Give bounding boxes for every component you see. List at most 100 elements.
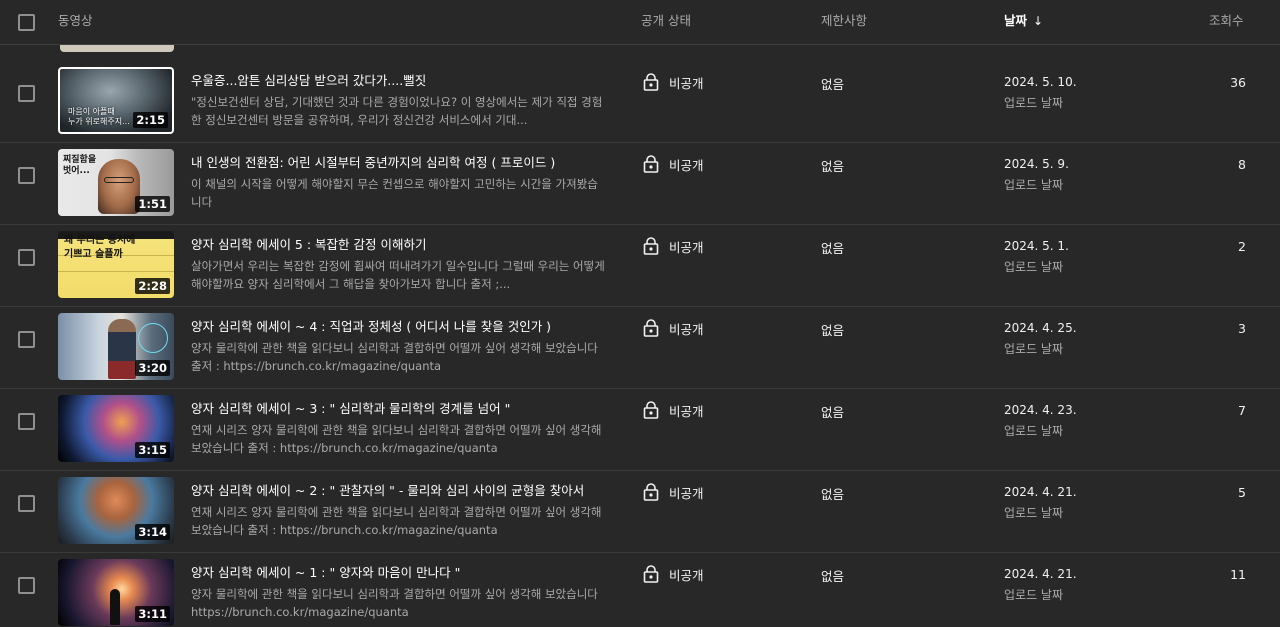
table-row: 찌질함을 벗어... 1:51 내 인생의 전환점: 어린 시절부터 중년까지의… — [0, 143, 1280, 225]
visibility-dropdown[interactable]: 비공개 — [643, 237, 704, 255]
row-checkbox[interactable] — [18, 577, 35, 594]
lock-icon — [643, 565, 659, 583]
view-count: 7 — [1238, 403, 1246, 418]
lock-icon — [643, 401, 659, 419]
restriction-value: 없음 — [821, 323, 845, 338]
row-checkbox[interactable] — [18, 495, 35, 512]
video-duration: 2:28 — [135, 278, 170, 294]
date-type: 업로드 날짜 — [1004, 424, 1064, 438]
video-title[interactable]: 양자 심리학 에세이 5 : 복잡한 감정 이해하기 — [191, 237, 621, 253]
thumbnail-caption: 찌질함을 벗어... — [63, 155, 97, 176]
video-thumbnail[interactable]: 마음이 아플때 누가 위로해주지... 2:15 — [58, 67, 174, 134]
visibility-dropdown[interactable]: 비공개 — [643, 401, 704, 419]
video-thumbnail[interactable]: 3:20 — [58, 313, 174, 380]
thumbnail-caption: 마음이 아플때 누가 위로해주지... — [68, 107, 130, 126]
visibility-label: 비공개 — [669, 239, 704, 255]
video-duration: 3:20 — [135, 360, 170, 376]
date-type: 업로드 날짜 — [1004, 96, 1064, 110]
video-description: "정신보건센터 상담, 기대했던 것과 다른 경험이었나요? 이 영상에서는 제… — [191, 95, 603, 127]
video-description: 양자 물리학에 관한 책을 읽다보니 심리학과 결합하면 어떨까 싶어 생각해 … — [191, 587, 598, 619]
video-title[interactable]: 우울증...암튼 심리상담 받으러 갔다가....뻘짓 — [191, 73, 621, 89]
row-checkbox[interactable] — [18, 85, 35, 102]
date-type: 업로드 날짜 — [1004, 342, 1064, 356]
lock-icon — [643, 319, 659, 337]
video-thumbnail[interactable]: 3:14 — [58, 477, 174, 544]
visibility-label: 비공개 — [669, 157, 704, 173]
row-checkbox[interactable] — [18, 167, 35, 184]
visibility-dropdown[interactable]: 비공개 — [643, 483, 704, 501]
header-restrictions: 제한사항 — [821, 13, 868, 28]
video-duration: 2:15 — [133, 112, 168, 128]
restriction-value: 없음 — [821, 405, 845, 420]
lock-icon — [643, 237, 659, 255]
video-description: 살아가면서 우리는 복잡한 감정에 휩싸여 떠내려가기 일수입니다 그럴때 우리… — [191, 259, 605, 291]
video-title[interactable]: 내 인생의 전환점: 어린 시절부터 중년까지의 심리학 여정 ( 프로이드 ) — [191, 155, 621, 171]
restriction-value: 없음 — [821, 487, 845, 502]
video-duration: 3:14 — [135, 524, 170, 540]
visibility-dropdown[interactable]: 비공개 — [643, 565, 704, 583]
video-date: 2024. 4. 21. — [1004, 485, 1077, 499]
thumbnail-caption: 왜 우리는 동시에 기쁘고 슬플까 — [64, 235, 136, 260]
video-thumbnail[interactable]: 왜 우리는 동시에 기쁘고 슬플까 2:28 — [58, 231, 174, 298]
video-list-page: 동영상 공개 상태 제한사항 날짜 ↓ 조회수 마음이 아플때 누가 위로해주지.… — [0, 0, 1280, 627]
select-all-checkbox[interactable] — [18, 14, 35, 31]
view-count: 36 — [1230, 75, 1246, 90]
header-views: 조회수 — [1209, 13, 1244, 28]
visibility-label: 비공개 — [669, 567, 704, 583]
lock-icon — [643, 483, 659, 501]
date-type: 업로드 날짜 — [1004, 178, 1064, 192]
visibility-dropdown[interactable]: 비공개 — [643, 155, 704, 173]
video-duration: 1:51 — [135, 196, 170, 212]
video-title[interactable]: 양자 심리학 에세이 ~ 4 : 직업과 정체성 ( 어디서 나를 찾을 것인가… — [191, 319, 621, 335]
lock-icon — [643, 73, 659, 91]
view-count: 3 — [1238, 321, 1246, 336]
visibility-dropdown[interactable]: 비공개 — [643, 73, 704, 91]
visibility-label: 비공개 — [669, 75, 704, 91]
video-date: 2024. 4. 25. — [1004, 321, 1077, 335]
date-type: 업로드 날짜 — [1004, 506, 1064, 520]
video-title[interactable]: 양자 심리학 에세이 ~ 2 : " 관찰자의 " - 물리와 심리 사이의 균… — [191, 483, 621, 499]
header-date-sort[interactable]: 날짜 ↓ — [1004, 13, 1043, 29]
view-count: 5 — [1238, 485, 1246, 500]
view-count: 11 — [1230, 567, 1246, 582]
table-row: 3:14 양자 심리학 에세이 ~ 2 : " 관찰자의 " - 물리와 심리 … — [0, 471, 1280, 553]
video-date: 2024. 5. 10. — [1004, 75, 1077, 89]
table-row: 왜 우리는 동시에 기쁘고 슬플까 2:28 양자 심리학 에세이 5 : 복잡… — [0, 225, 1280, 307]
table-row: 3:15 양자 심리학 에세이 ~ 3 : " 심리학과 물리학의 경계를 넘어… — [0, 389, 1280, 471]
visibility-label: 비공개 — [669, 403, 704, 419]
row-checkbox[interactable] — [18, 413, 35, 430]
video-duration: 3:11 — [135, 606, 170, 622]
video-title[interactable]: 양자 심리학 에세이 ~ 3 : " 심리학과 물리학의 경계를 넘어 " — [191, 401, 621, 417]
video-date: 2024. 4. 21. — [1004, 567, 1077, 581]
header-visibility: 공개 상태 — [641, 13, 691, 28]
video-description: 연재 시리즈 양자 물리학에 관한 책을 읽다보니 심리학과 결합하면 어떨까 … — [191, 505, 602, 537]
date-type: 업로드 날짜 — [1004, 260, 1064, 274]
restriction-value: 없음 — [821, 241, 845, 256]
row-checkbox[interactable] — [18, 331, 35, 348]
video-thumbnail[interactable]: 3:11 — [58, 559, 174, 626]
table-row: 3:11 양자 심리학 에세이 ~ 1 : " 양자와 마음이 만나다 " 양자… — [0, 553, 1280, 627]
restriction-value: 없음 — [821, 569, 845, 584]
restriction-value: 없음 — [821, 77, 845, 92]
header-date-label: 날짜 — [1004, 13, 1028, 28]
visibility-label: 비공개 — [669, 485, 704, 501]
video-thumbnail[interactable]: 찌질함을 벗어... 1:51 — [58, 149, 174, 216]
video-description: 양자 물리학에 관한 책을 읽다보니 심리학과 결합하면 어떨까 싶어 생각해 … — [191, 341, 598, 373]
table-row: 마음이 아플때 누가 위로해주지... 2:15 우울증...암튼 심리상담 받… — [0, 61, 1280, 143]
header-video: 동영상 — [58, 13, 93, 28]
video-description: 이 채널의 시작을 어떻게 해야할지 무슨 컨셉으로 해야할지 고민하는 시간을… — [191, 177, 598, 209]
visibility-dropdown[interactable]: 비공개 — [643, 319, 704, 337]
video-duration: 3:15 — [135, 442, 170, 458]
video-date: 2024. 5. 9. — [1004, 157, 1069, 171]
lock-icon — [643, 155, 659, 173]
table-header: 동영상 공개 상태 제한사항 날짜 ↓ 조회수 — [0, 0, 1280, 45]
date-type: 업로드 날짜 — [1004, 588, 1064, 602]
video-title[interactable]: 양자 심리학 에세이 ~ 1 : " 양자와 마음이 만나다 " — [191, 565, 621, 581]
video-date: 2024. 5. 1. — [1004, 239, 1069, 253]
video-description: 연재 시리즈 양자 물리학에 관한 책을 읽다보니 심리학과 결합하면 어떨까 … — [191, 423, 602, 455]
row-checkbox[interactable] — [18, 249, 35, 266]
view-count: 2 — [1238, 239, 1246, 254]
view-count: 8 — [1238, 157, 1246, 172]
video-thumbnail[interactable]: 3:15 — [58, 395, 174, 462]
restriction-value: 없음 — [821, 159, 845, 174]
